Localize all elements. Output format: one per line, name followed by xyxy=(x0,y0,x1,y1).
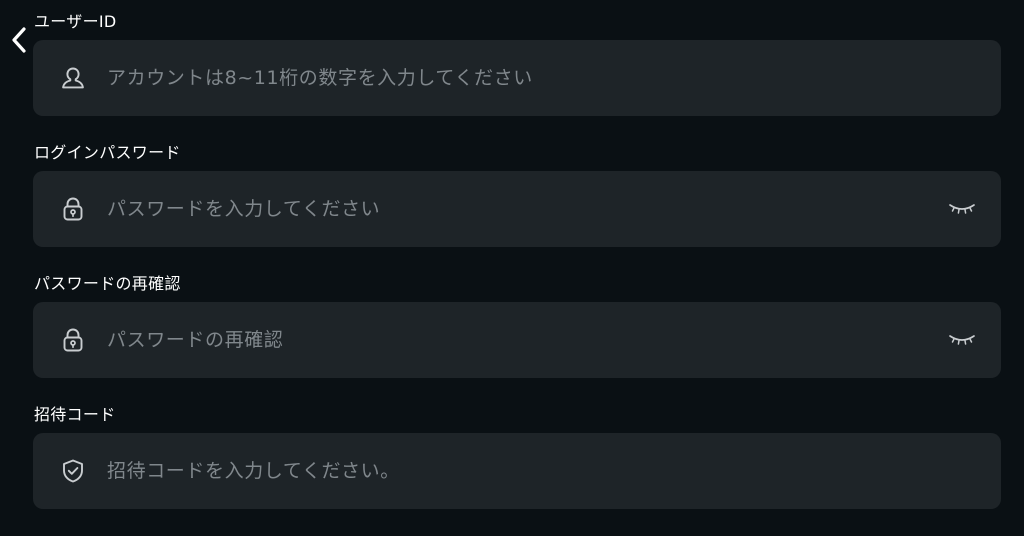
invite-code-input[interactable] xyxy=(107,433,931,509)
user-id-label: ユーザーID xyxy=(34,12,117,31)
eye-closed-icon xyxy=(949,335,975,345)
user-id-input[interactable] xyxy=(107,40,931,116)
invite-code-label: 招待コード xyxy=(34,405,116,424)
password-confirm-input[interactable] xyxy=(107,302,931,378)
lock-icon xyxy=(59,195,87,223)
password-confirm-label: パスワードの再確認 xyxy=(34,274,181,293)
password-field[interactable] xyxy=(33,171,1001,247)
invite-code-field[interactable] xyxy=(33,433,1001,509)
password-label: ログインパスワード xyxy=(34,143,181,162)
chevron-left-icon xyxy=(12,27,26,53)
user-id-field[interactable] xyxy=(33,40,1001,116)
password-confirm-visibility-toggle[interactable] xyxy=(947,330,977,350)
password-input[interactable] xyxy=(107,171,931,247)
shield-check-icon xyxy=(59,457,87,485)
password-visibility-toggle[interactable] xyxy=(947,199,977,219)
lock-icon xyxy=(59,326,87,354)
eye-closed-icon xyxy=(949,204,975,214)
back-button[interactable] xyxy=(6,22,32,58)
password-confirm-field[interactable] xyxy=(33,302,1001,378)
user-icon xyxy=(59,64,87,92)
